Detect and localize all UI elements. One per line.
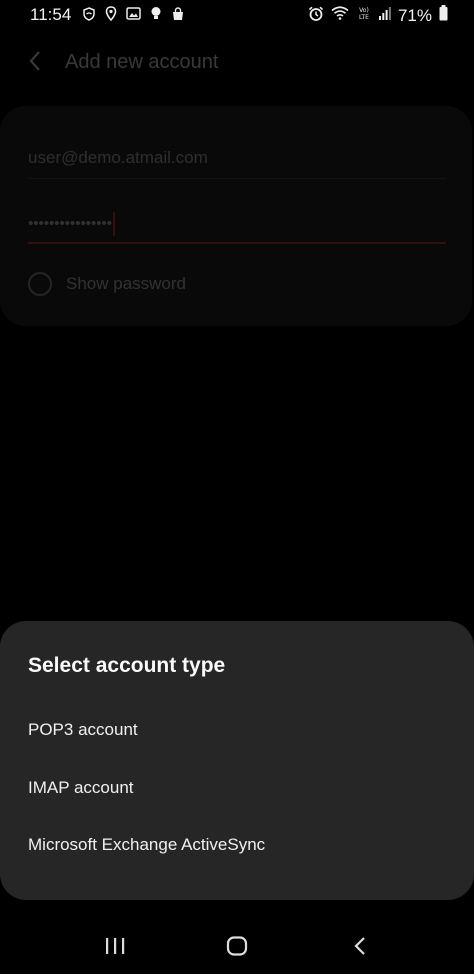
text-cursor xyxy=(113,212,116,236)
status-time: 11:54 xyxy=(30,5,72,24)
svg-text:LTE: LTE xyxy=(359,14,369,21)
page-title: Add new account xyxy=(65,51,219,73)
show-password-label: Show password xyxy=(66,274,187,293)
shield-wifi-icon xyxy=(82,6,96,26)
radio-icon xyxy=(28,272,52,296)
location-icon xyxy=(105,6,117,26)
image-icon xyxy=(126,7,141,25)
status-bar: 11:54 Vo) LTE 71% xyxy=(0,0,474,30)
alarm-icon xyxy=(308,6,324,26)
show-password-toggle[interactable]: Show password xyxy=(28,272,186,296)
battery-icon xyxy=(439,5,448,26)
bulb-icon xyxy=(150,6,162,26)
back-chevron-icon[interactable] xyxy=(28,50,42,77)
status-icons-right: Vo) LTE 71% xyxy=(308,5,448,26)
account-type-sheet: Select account type POP3 account IMAP ac… xyxy=(0,621,474,900)
volte-icon: Vo) LTE xyxy=(356,5,372,26)
email-field[interactable]: user@demo.atmail.com xyxy=(28,146,446,179)
bag-icon xyxy=(171,6,185,26)
svg-text:Vo): Vo) xyxy=(359,7,369,14)
back-icon[interactable] xyxy=(352,936,368,961)
recents-icon[interactable] xyxy=(104,936,126,961)
option-exchange-activesync[interactable]: Microsoft Exchange ActiveSync xyxy=(0,820,474,870)
wifi-icon xyxy=(331,6,349,25)
navigation-bar xyxy=(0,920,474,974)
option-imap[interactable]: IMAP account xyxy=(0,763,474,813)
sheet-title: Select account type xyxy=(28,654,226,677)
option-pop3[interactable]: POP3 account xyxy=(0,705,474,755)
password-field[interactable]: •••••••••••••••• xyxy=(28,212,446,244)
account-form-card: user@demo.atmail.com •••••••••••••••• Sh… xyxy=(0,106,472,326)
status-icons-left xyxy=(82,6,185,26)
signal-icon xyxy=(378,6,391,25)
password-value: •••••••••••••••• xyxy=(28,214,113,232)
app-header: Add new account xyxy=(0,44,474,80)
home-icon[interactable] xyxy=(226,936,248,961)
battery-percent: 71% xyxy=(397,5,432,25)
